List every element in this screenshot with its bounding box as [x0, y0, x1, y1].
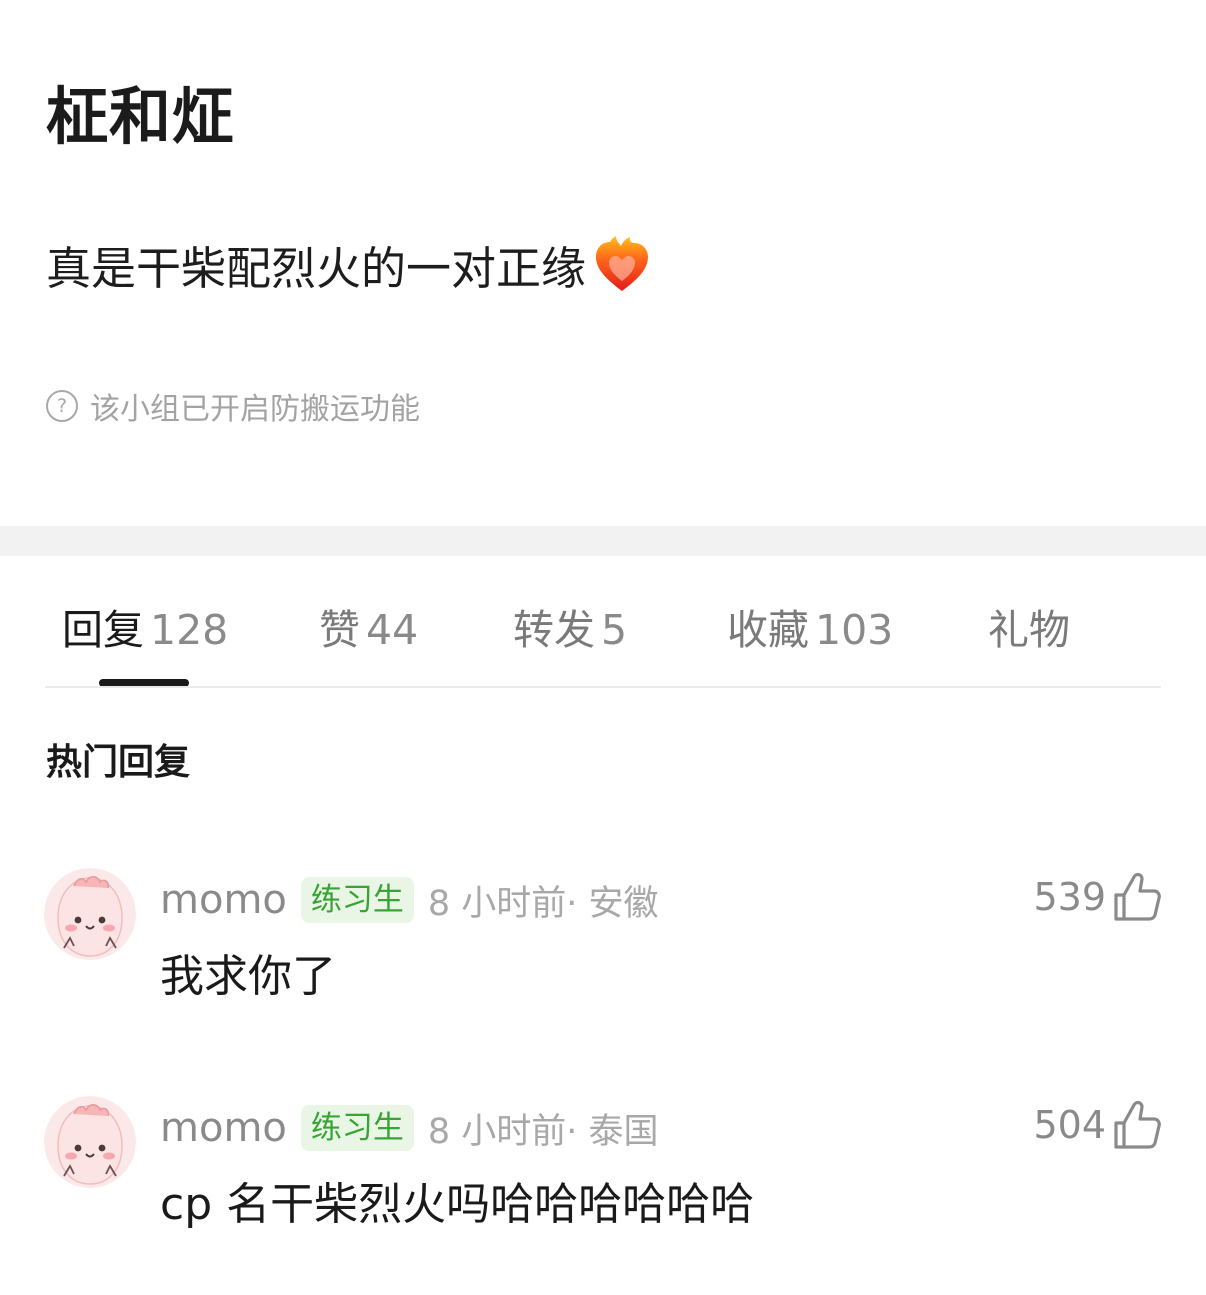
user-level-badge: 练习生	[300, 1105, 414, 1151]
tab-label: 礼物	[988, 606, 1070, 654]
tab-count: 44	[366, 606, 419, 654]
heart-on-fire-icon	[596, 235, 649, 291]
anti-repost-notice: ? 该小组已开启防搬运功能	[46, 384, 420, 428]
comment-time: 8 小时前	[427, 1111, 567, 1152]
comment-username[interactable]: momo	[160, 1105, 287, 1151]
hot-replies-heading: 热门回复	[46, 742, 191, 783]
comment-text: 我求你了	[160, 951, 336, 1002]
post-body-text: 真是干柴配烈火的一对正缘	[46, 242, 587, 295]
tab-favorites[interactable]: 收藏 103	[727, 596, 893, 656]
thumbs-up-icon	[1114, 1100, 1161, 1149]
tab-count: 128	[150, 606, 229, 654]
comment-like-button[interactable]: 504	[1033, 1096, 1162, 1154]
comment-item: momo 练习生 8 小时前 · 泰国 504 cp 名干柴烈火吗哈哈哈哈哈哈	[0, 1096, 1206, 1276]
comment-meta: momo 练习生 8 小时前 · 安徽	[160, 874, 659, 926]
comment-text: cp 名干柴烈火吗哈哈哈哈哈哈	[160, 1179, 755, 1230]
question-circle-icon: ?	[46, 390, 78, 422]
avatar[interactable]	[44, 1096, 136, 1188]
thumbs-up-icon	[1114, 872, 1161, 921]
comment-time: 8 小时前	[427, 883, 567, 924]
tab-reposts[interactable]: 转发 5	[513, 596, 627, 656]
comment-like-button[interactable]: 539	[1033, 868, 1162, 926]
comment-username[interactable]: momo	[160, 877, 287, 923]
avatar[interactable]	[44, 868, 136, 960]
tab-label: 回复	[62, 606, 144, 654]
tab-likes[interactable]: 赞 44	[319, 596, 418, 656]
tab-replies[interactable]: 回复 128	[62, 596, 228, 656]
tab-label: 收藏	[727, 606, 809, 654]
comment-item: momo 练习生 8 小时前 · 安徽 539 我求你了	[0, 868, 1206, 1048]
tab-label: 转发	[513, 606, 595, 654]
comment-location: · 泰国	[566, 1111, 659, 1152]
like-count: 539	[1033, 875, 1106, 919]
tab-count: 5	[601, 606, 628, 654]
tab-bar: 回复 128 赞 44 转发 5 收藏 103 礼物	[0, 556, 1206, 688]
post-title: 柾和炡	[46, 80, 236, 153]
tab-gifts[interactable]: 礼物	[988, 596, 1070, 656]
tabs-divider	[45, 686, 1161, 688]
post-content: 柾和炡 真是干柴配烈火的一对正缘 ? 该小组已开启防搬运功能	[0, 0, 1206, 526]
section-separator	[0, 526, 1206, 556]
tab-count: 103	[815, 606, 894, 654]
user-level-badge: 练习生	[300, 877, 414, 923]
comment-meta: momo 练习生 8 小时前 · 泰国	[160, 1102, 659, 1154]
notice-text: 该小组已开启防搬运功能	[90, 392, 420, 427]
post-body: 真是干柴配烈火的一对正缘	[46, 232, 652, 297]
comment-location: · 安徽	[566, 883, 659, 924]
tab-label: 赞	[319, 606, 360, 654]
like-count: 504	[1033, 1103, 1106, 1147]
